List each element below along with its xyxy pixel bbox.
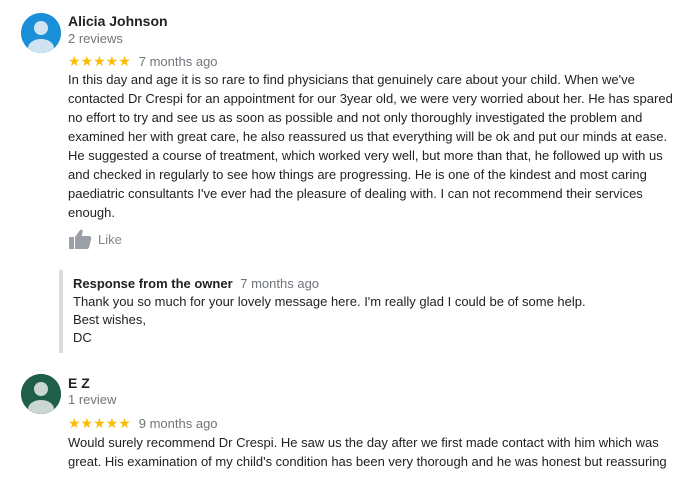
person-icon [21, 374, 61, 414]
review-text: In this day and age it is so rare to fin… [68, 72, 673, 220]
owner-response-age: 7 months ago [240, 276, 320, 291]
rating-row: ★★★★★ 9 months ago [68, 414, 218, 432]
like-button[interactable]: Like [68, 228, 122, 250]
thumbs-up-icon [69, 229, 92, 249]
star-rating: ★★★★★ [68, 52, 131, 69]
owner-response-line: Best wishes, [73, 312, 146, 327]
reviewer-name[interactable]: E Z [68, 375, 90, 391]
owner-response-title: Response from the owner [73, 276, 233, 291]
review-text: Would surely recommend Dr Crespi. He saw… [68, 435, 667, 469]
review-count: 1 review [68, 392, 117, 407]
owner-response-line: DC [73, 330, 92, 345]
review-count: 2 reviews [68, 31, 123, 46]
avatar[interactable] [21, 13, 61, 53]
review-age: 7 months ago [138, 53, 218, 69]
person-icon [21, 13, 61, 53]
like-label: Like [98, 231, 122, 247]
owner-response: Response from the owner 7 months ago Tha… [59, 270, 683, 353]
owner-response-line: Thank you so much for your lovely messag… [73, 294, 586, 309]
review-age: 9 months ago [138, 415, 218, 431]
star-rating: ★★★★★ [68, 414, 131, 431]
avatar[interactable] [21, 374, 61, 414]
rating-row: ★★★★★ 7 months ago [68, 52, 218, 70]
reviewer-name[interactable]: Alicia Johnson [68, 13, 168, 29]
